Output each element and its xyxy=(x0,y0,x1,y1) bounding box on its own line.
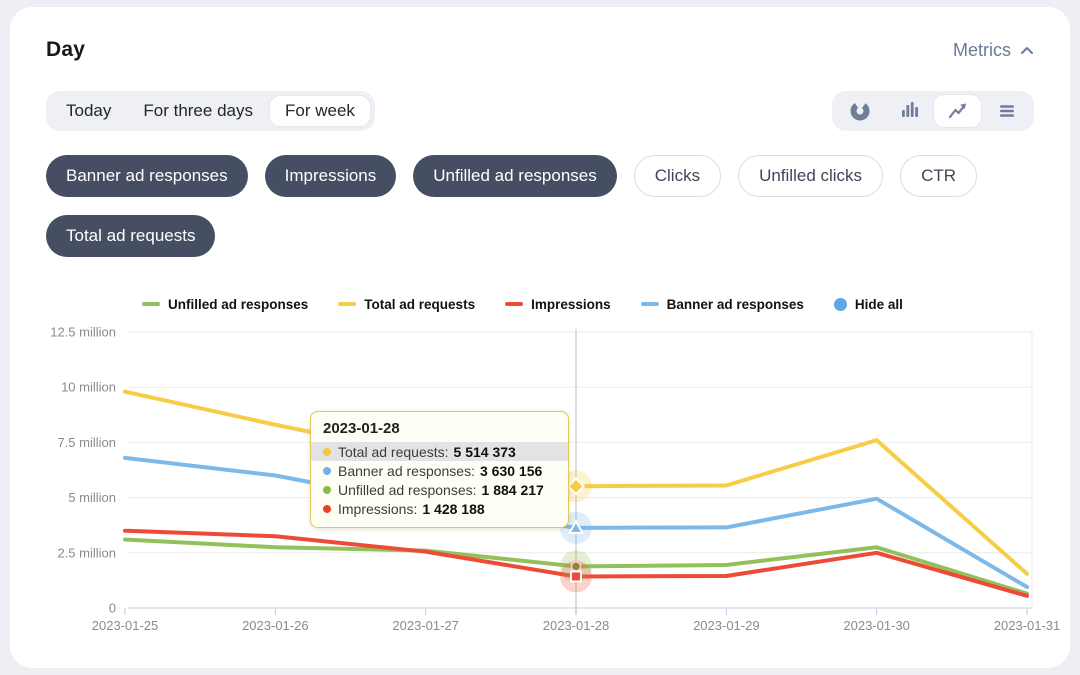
pill-unfilled-ad-responses[interactable]: Unfilled ad responses xyxy=(413,155,616,197)
y-axis-label: 2.5 million xyxy=(57,545,116,560)
x-axis-label: 2023-01-27 xyxy=(392,618,459,633)
y-axis-label: 5 million xyxy=(68,490,116,505)
x-axis-label: 2023-01-31 xyxy=(994,618,1061,633)
line-chart-icon[interactable] xyxy=(933,94,982,128)
legend-label: Impressions xyxy=(531,297,611,312)
metrics-collapse-toggle[interactable]: Metrics xyxy=(953,40,1034,61)
controls-row: TodayFor three daysFor week xyxy=(46,91,1034,131)
tooltip-row-banner-ad-responses: Banner ad responses:3 630 156 xyxy=(311,461,568,480)
pill-clicks[interactable]: Clicks xyxy=(634,155,721,197)
y-axis-label: 12.5 million xyxy=(50,325,116,340)
pill-impressions[interactable]: Impressions xyxy=(265,155,397,197)
pill-unfilled-clicks[interactable]: Unfilled clicks xyxy=(738,155,883,197)
tooltip-row-unfilled-ad-responses: Unfilled ad responses:1 884 217 xyxy=(311,480,568,499)
page-title: Day xyxy=(46,38,85,62)
chart-type-switcher xyxy=(832,91,1034,131)
y-axis-label: 0 xyxy=(109,601,116,616)
tooltip-rows: Total ad requests:5 514 373Banner ad res… xyxy=(311,442,568,518)
legend-item-total-ad-requests[interactable]: Total ad requests xyxy=(338,297,475,312)
x-axis-label: 2023-01-29 xyxy=(693,618,760,633)
marker-square-impressions xyxy=(571,571,581,581)
chart-tooltip: 2023-01-28 Total ad requests:5 514 373Ba… xyxy=(310,411,569,528)
x-axis-label: 2023-01-28 xyxy=(543,618,610,633)
y-axis-label: 7.5 million xyxy=(57,435,116,450)
legend-item-unfilled-ad-responses[interactable]: Unfilled ad responses xyxy=(142,297,308,312)
tooltip-dot xyxy=(323,467,331,475)
legend-swatch xyxy=(641,302,659,306)
chevron-up-icon xyxy=(1020,46,1034,55)
bar-chart-icon[interactable] xyxy=(884,94,933,128)
pill-ctr[interactable]: CTR xyxy=(900,155,977,197)
x-axis-label: 2023-01-26 xyxy=(242,618,309,633)
legend-label: Banner ad responses xyxy=(667,297,804,312)
pill-total-ad-requests[interactable]: Total ad requests xyxy=(46,215,215,257)
chart-area: 0 2.5 million 5 million 7.5 million 10 milli… xyxy=(10,325,1070,635)
legend-label: Hide all xyxy=(855,297,903,312)
tab-for-week[interactable]: For week xyxy=(269,95,371,127)
tab-for-three-days[interactable]: For three days xyxy=(127,95,269,127)
date-range-tabs: TodayFor three daysFor week xyxy=(46,91,375,131)
tab-today[interactable]: Today xyxy=(50,95,127,127)
tooltip-dot xyxy=(323,448,331,456)
tooltip-row-total-ad-requests: Total ad requests:5 514 373 xyxy=(311,442,568,461)
chart-legend: Unfilled ad responses Total ad requests Im… xyxy=(142,295,1034,313)
legend-item-impressions[interactable]: Impressions xyxy=(505,297,611,312)
legend-swatch xyxy=(505,302,523,306)
x-axis-label: 2023-01-30 xyxy=(843,618,910,633)
metrics-card: Day Metrics TodayFor three daysFor week xyxy=(10,7,1070,668)
tooltip-dot xyxy=(323,486,331,494)
tooltip-row-impressions: Impressions:1 428 188 xyxy=(311,499,568,518)
x-axis-label: 2023-01-25 xyxy=(92,618,159,633)
legend-swatch xyxy=(142,302,160,306)
tooltip-date: 2023-01-28 xyxy=(311,420,568,437)
legend-label: Total ad requests xyxy=(364,297,475,312)
legend-label: Unfilled ad responses xyxy=(168,297,308,312)
card-header: Day Metrics xyxy=(46,35,1034,65)
pill-banner-ad-responses[interactable]: Banner ad responses xyxy=(46,155,248,197)
pie-chart-icon[interactable] xyxy=(835,94,884,128)
legend-item-banner-ad-responses[interactable]: Banner ad responses xyxy=(641,297,804,312)
legend-hide-all[interactable]: Hide all xyxy=(834,297,903,312)
legend-swatch xyxy=(338,302,356,306)
hide-all-dot xyxy=(834,298,847,311)
metrics-toggle-label: Metrics xyxy=(953,40,1011,61)
tooltip-dot xyxy=(323,505,331,513)
menu-icon[interactable] xyxy=(982,94,1031,128)
metric-filter-pills: Banner ad responses Impressions Unfilled a… xyxy=(46,155,986,257)
y-axis-label: 10 million xyxy=(61,380,116,395)
